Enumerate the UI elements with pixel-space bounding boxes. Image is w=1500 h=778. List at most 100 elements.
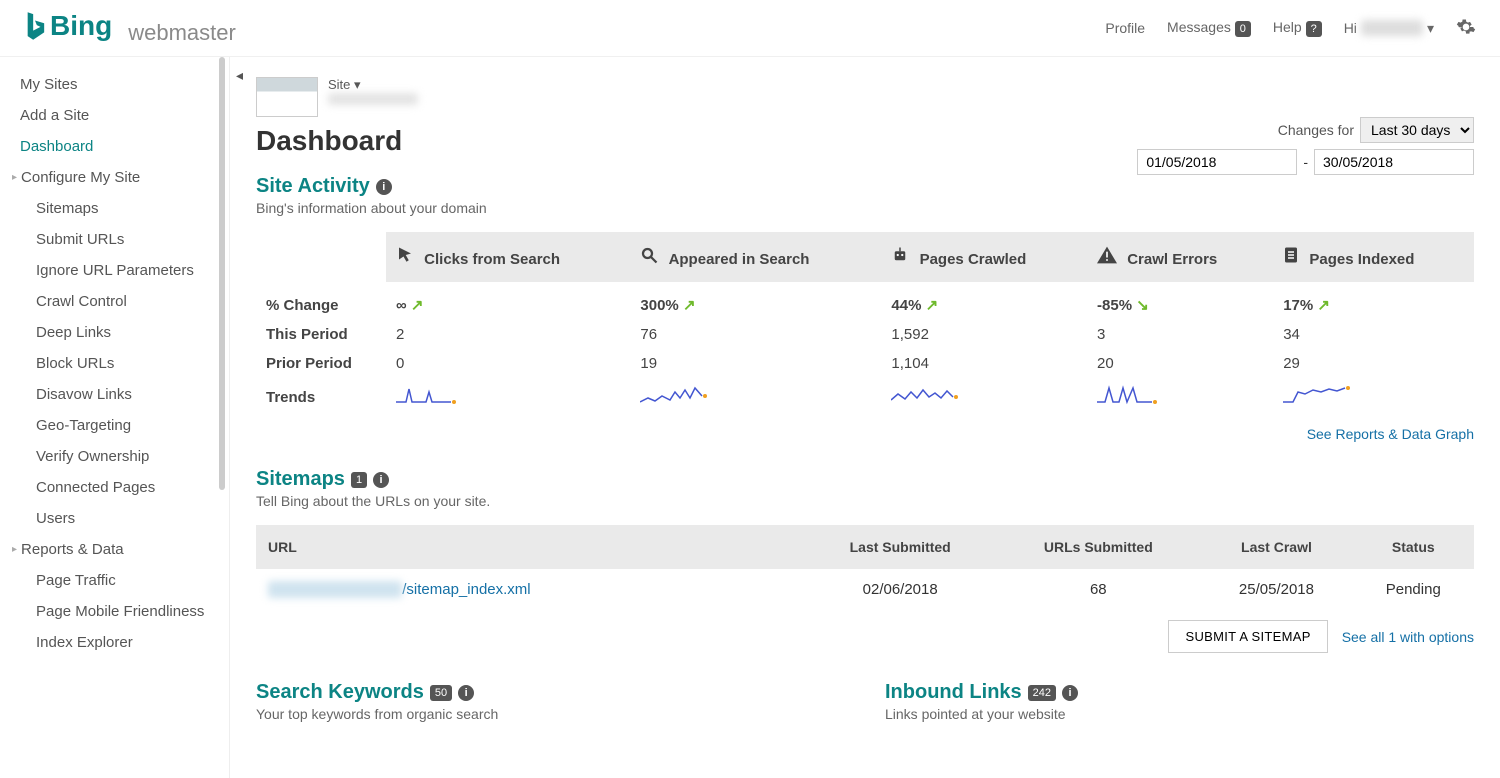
range-separator: -: [1303, 154, 1308, 170]
sitemaps-table: URL Last Submitted URLs Submitted Last C…: [256, 525, 1474, 610]
chevron-right-icon: ▸: [12, 172, 17, 183]
change-crawled: 44%: [891, 297, 921, 314]
sidebar-item-disavow-links[interactable]: Disavow Links: [0, 379, 229, 410]
brand-name: Bing: [50, 10, 112, 42]
sitemap-url-link[interactable]: https://example.com/sitemap_index.xml: [268, 581, 531, 598]
site-thumbnail: [256, 77, 318, 117]
see-reports-link[interactable]: See Reports & Data Graph: [1307, 426, 1474, 442]
sidebar-scrollbar[interactable]: [219, 57, 225, 490]
sidebar-item-geo-targeting[interactable]: Geo-Targeting: [0, 410, 229, 441]
keywords-subtitle: Your top keywords from organic search: [256, 706, 845, 722]
sidebar-item-index-explorer[interactable]: Index Explorer: [0, 627, 229, 658]
prior-indexed: 29: [1273, 349, 1474, 378]
col-crawled: Pages Crawled: [881, 232, 1087, 282]
sidebar-item-connected-pages[interactable]: Connected Pages: [0, 472, 229, 503]
sidebar-item-my-sites[interactable]: My Sites: [0, 69, 229, 100]
chevron-down-icon: ▾: [1427, 20, 1434, 36]
arrow-down-icon: ↘: [1136, 297, 1149, 314]
sidebar-item-crawl-control[interactable]: Crawl Control: [0, 286, 229, 317]
site-activity-title: Site Activity: [256, 175, 370, 198]
sitemaps-count-badge: 1: [351, 472, 367, 488]
change-appeared: 300%: [640, 297, 678, 314]
range-to-input[interactable]: [1314, 149, 1474, 175]
sparkline-crawled: [891, 384, 961, 406]
sidebar-item-page-traffic[interactable]: Page Traffic: [0, 565, 229, 596]
sidebar-item-ignore-url-params[interactable]: Ignore URL Parameters: [0, 255, 229, 286]
document-icon: [1283, 246, 1299, 264]
sidebar-item-block-urls[interactable]: Block URLs: [0, 348, 229, 379]
range-select[interactable]: Last 30 days: [1360, 117, 1474, 143]
sidebar-item-submit-urls[interactable]: Submit URLs: [0, 224, 229, 255]
range-label: Changes for: [1278, 122, 1354, 138]
arrow-up-icon: ↗: [683, 297, 696, 314]
col-appeared: Appeared in Search: [630, 232, 881, 282]
sitemap-row: https://example.com/sitemap_index.xml 02…: [256, 569, 1474, 610]
change-clicks: ∞: [396, 297, 407, 314]
nav-messages-label: Messages: [1167, 19, 1231, 35]
site-activity-subtitle: Bing's information about your domain: [256, 200, 1474, 216]
range-from-input[interactable]: [1137, 149, 1297, 175]
site-domain-hidden: example.com: [328, 93, 418, 105]
change-indexed: 17%: [1283, 297, 1313, 314]
row-prior-label: Prior Period: [256, 349, 386, 378]
this-crawled: 1,592: [881, 320, 1087, 349]
row-this-period: This Period 2 76 1,592 3 34: [256, 320, 1474, 349]
see-all-sitemaps-link[interactable]: See all 1 with options: [1342, 629, 1474, 645]
arrow-up-icon: ↗: [926, 297, 939, 314]
prior-clicks: 0: [386, 349, 630, 378]
nav-help[interactable]: Help ?: [1273, 19, 1322, 37]
row-trends: Trends: [256, 378, 1474, 416]
sidebar-item-page-mobile[interactable]: Page Mobile Friendliness: [0, 596, 229, 627]
submit-sitemap-button[interactable]: SUBMIT A SITEMAP: [1168, 620, 1327, 653]
keywords-count-badge: 50: [430, 685, 452, 701]
sidebar-item-sitemaps[interactable]: Sitemaps: [0, 193, 229, 224]
arrow-up-icon: ↗: [1317, 297, 1330, 314]
site-activity-table: Clicks from Search Appeared in Search Pa…: [256, 232, 1474, 416]
site-selector[interactable]: Site ▾ example.com: [256, 77, 1474, 117]
this-errors: 3: [1087, 320, 1273, 349]
greeting-prefix: Hi: [1344, 20, 1357, 36]
sitemap-url-tail: /sitemap_index.xml: [402, 581, 530, 598]
col-indexed: Pages Indexed: [1273, 232, 1474, 282]
info-icon[interactable]: i: [373, 472, 389, 488]
inbound-subtitle: Links pointed at your website: [885, 706, 1474, 722]
settings-gear-icon[interactable]: [1456, 17, 1476, 40]
nav-greeting[interactable]: Hi username ▾: [1344, 20, 1434, 37]
brand[interactable]: Bing webmaster: [24, 10, 236, 46]
sitemap-url-hidden: https://example.com: [268, 581, 402, 598]
row-this-label: This Period: [256, 320, 386, 349]
prior-errors: 20: [1087, 349, 1273, 378]
sidebar-item-deep-links[interactable]: Deep Links: [0, 317, 229, 348]
sitemap-urls-submitted: 68: [996, 569, 1200, 610]
greeting-username-hidden: username: [1361, 20, 1423, 36]
main-content: Site ▾ example.com Dashboard Changes for…: [230, 57, 1500, 778]
sidebar-group-reports[interactable]: ▸ Reports & Data: [0, 534, 229, 565]
nav-help-label: Help: [1273, 19, 1302, 35]
change-errors: -85%: [1097, 297, 1132, 314]
bing-logo: Bing: [24, 10, 112, 42]
sitemaps-subtitle: Tell Bing about the URLs on your site.: [256, 493, 1474, 509]
col-indexed-label: Pages Indexed: [1309, 251, 1414, 268]
sidebar-item-add-site[interactable]: Add a Site: [0, 100, 229, 131]
nav-profile[interactable]: Profile: [1105, 20, 1145, 36]
this-indexed: 34: [1273, 320, 1474, 349]
sidebar-item-verify-ownership[interactable]: Verify Ownership: [0, 441, 229, 472]
info-icon[interactable]: i: [1062, 685, 1078, 701]
sparkline-clicks: [396, 384, 456, 406]
date-range-controls: Changes for Last 30 days -: [1137, 117, 1474, 175]
messages-count-badge: 0: [1235, 21, 1251, 37]
chevron-right-icon: ▸: [12, 544, 17, 555]
info-icon[interactable]: i: [458, 685, 474, 701]
sitemap-status: Pending: [1353, 569, 1474, 610]
sidebar-item-users[interactable]: Users: [0, 503, 229, 534]
site-label: Site: [328, 77, 350, 92]
hdr-urls-submitted: URLs Submitted: [996, 525, 1200, 569]
hdr-last-submitted: Last Submitted: [804, 525, 996, 569]
nav-messages[interactable]: Messages 0: [1167, 19, 1251, 37]
sitemaps-title: Sitemaps: [256, 468, 345, 491]
row-prior-period: Prior Period 0 19 1,104 20 29: [256, 349, 1474, 378]
info-icon[interactable]: i: [376, 179, 392, 195]
sidebar-group-configure[interactable]: ▸ Configure My Site: [0, 162, 229, 193]
sidebar-item-dashboard[interactable]: Dashboard: [0, 131, 229, 162]
robot-icon: [891, 246, 909, 264]
